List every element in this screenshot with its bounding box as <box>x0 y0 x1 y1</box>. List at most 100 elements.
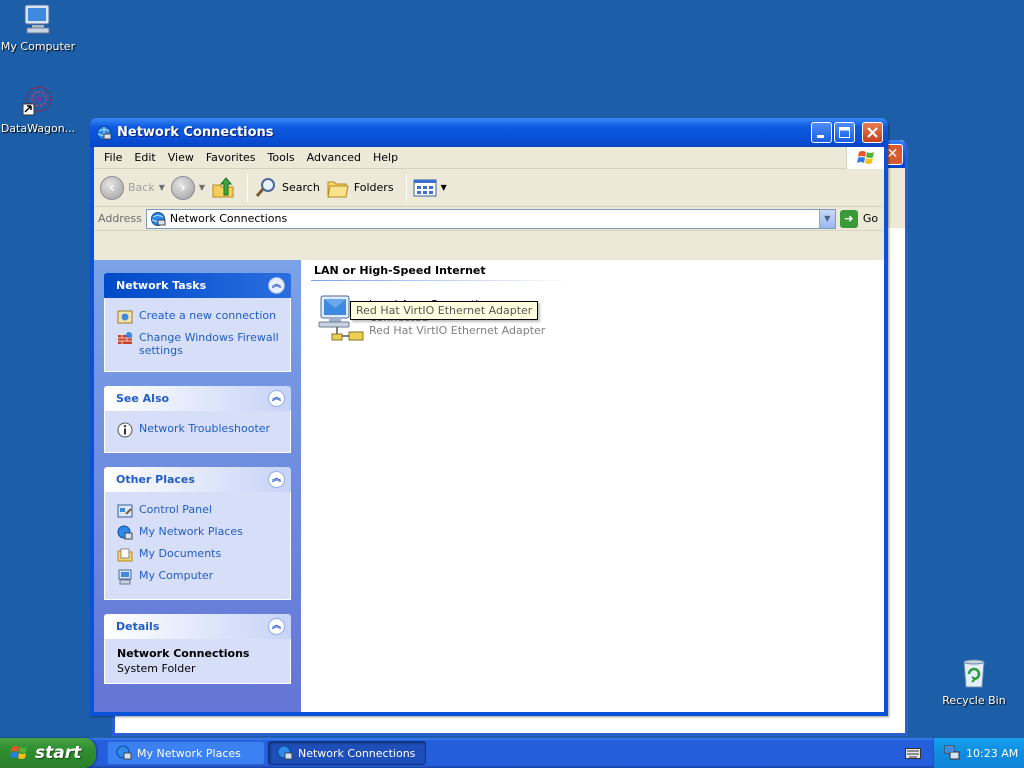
datawagon-icon <box>21 84 55 118</box>
maximize-button[interactable] <box>834 122 855 143</box>
network-connections-icon <box>277 745 293 760</box>
see-also-body: Network Troubleshooter <box>104 411 291 453</box>
address-dropdown-icon[interactable]: ▼ <box>818 209 835 228</box>
other-places-body: Control Panel My Network Places My Docum… <box>104 492 291 600</box>
task-link-label: Change Windows Firewall settings <box>139 331 279 357</box>
my-network-places-link[interactable]: My Network Places <box>117 525 282 541</box>
up-button[interactable] <box>211 176 235 200</box>
recycle-bin-icon <box>957 656 991 690</box>
forward-arrow-icon: › <box>170 175 195 200</box>
taskbar-button-my-network-places[interactable]: My Network Places <box>107 741 265 765</box>
menu-favorites[interactable]: Favorites <box>200 151 262 164</box>
my-computer-icon <box>118 569 132 585</box>
views-dropdown-icon[interactable]: ▼ <box>441 183 447 192</box>
go-button[interactable]: ➜ Go <box>839 209 879 228</box>
details-header[interactable]: Details ︽ <box>104 614 291 639</box>
task-link-label: Control Panel <box>139 503 212 516</box>
standard-toolbar: ‹ Back ▼ › ▼ Search Folders ▼ <box>94 169 884 207</box>
back-button[interactable]: ‹ Back ▼ <box>100 175 165 200</box>
task-link-label: My Documents <box>139 547 222 560</box>
search-button[interactable]: Search <box>254 176 320 200</box>
network-places-icon <box>116 745 132 760</box>
network-places-icon <box>117 525 133 540</box>
control-panel-link[interactable]: Control Panel <box>117 503 282 519</box>
maximize-icon <box>839 127 850 138</box>
info-icon <box>117 422 133 438</box>
network-connections-window[interactable]: Network Connections File Edit View Favor… <box>90 118 888 716</box>
menu-advanced[interactable]: Advanced <box>301 151 367 164</box>
other-places-header[interactable]: Other Places ︽ <box>104 467 291 492</box>
forward-dropdown-icon[interactable]: ▼ <box>199 183 205 192</box>
network-tasks-header[interactable]: Network Tasks ︽ <box>104 273 291 298</box>
forward-button[interactable]: › ▼ <box>170 175 205 200</box>
start-button[interactable]: start <box>0 738 96 768</box>
menu-file[interactable]: File <box>98 151 128 164</box>
menu-edit[interactable]: Edit <box>128 151 161 164</box>
network-status-icon[interactable] <box>944 745 960 761</box>
details-type: System Folder <box>117 662 196 675</box>
windows-logo-box <box>846 147 884 169</box>
folders-icon <box>327 181 349 197</box>
desktop-icon-label: Recycle Bin <box>942 694 1006 707</box>
address-value: Network Connections <box>169 212 288 225</box>
create-new-connection-link[interactable]: Create a new connection <box>117 309 282 325</box>
group-header: LAN or High-Speed Internet <box>314 264 486 277</box>
network-troubleshooter-link[interactable]: Network Troubleshooter <box>117 422 282 438</box>
desktop-icon-recycle-bin[interactable]: Recycle Bin <box>934 656 1014 707</box>
window-client-area: File Edit View Favorites Tools Advanced … <box>94 147 884 712</box>
menu-view[interactable]: View <box>162 151 200 164</box>
keyboard-icon[interactable] <box>905 746 921 760</box>
windows-flag-icon <box>857 151 874 164</box>
adapter-tooltip: Red Hat VirtIO Ethernet Adapter <box>350 301 539 320</box>
go-label: Go <box>862 212 879 225</box>
my-documents-link[interactable]: My Documents <box>117 547 282 563</box>
panel-title: Other Places <box>116 473 195 486</box>
collapse-chevron-icon[interactable]: ︽ <box>268 390 285 407</box>
address-label: Address <box>98 212 142 225</box>
close-button[interactable] <box>862 122 883 143</box>
change-firewall-settings-link[interactable]: Change Windows Firewall settings <box>117 331 282 357</box>
panel-title: See Also <box>116 392 170 405</box>
panel-title: Network Tasks <box>116 279 207 292</box>
views-button[interactable]: ▼ <box>413 178 447 198</box>
back-label: Back <box>128 181 155 194</box>
collapse-chevron-icon[interactable]: ︽ <box>268 277 285 294</box>
clock[interactable]: 10:23 AM <box>966 747 1018 760</box>
folders-label: Folders <box>353 181 394 194</box>
details-panel: Details ︽ Network Connections System Fol… <box>104 614 291 684</box>
back-arrow-icon: ‹ <box>100 175 124 200</box>
views-icon <box>413 179 437 196</box>
folders-button[interactable]: Folders <box>326 176 394 200</box>
see-also-header[interactable]: See Also ︽ <box>104 386 291 411</box>
start-label: start <box>35 743 82 763</box>
address-input[interactable]: Network Connections ▼ <box>145 208 836 229</box>
menu-help[interactable]: Help <box>367 151 404 164</box>
panel-title: Details <box>116 620 160 633</box>
network-tasks-body: Create a new connection Change Windows F… <box>104 298 291 372</box>
details-body: Network Connections System Folder <box>104 639 291 684</box>
taskbar-button-label: My Network Places <box>137 746 241 760</box>
firewall-icon <box>118 332 132 344</box>
desktop-icon-label: DataWagon... <box>0 122 76 135</box>
minimize-button[interactable] <box>811 122 832 143</box>
my-computer-link[interactable]: My Computer <box>117 569 282 585</box>
back-dropdown-icon[interactable]: ▼ <box>159 183 165 192</box>
folder-up-icon <box>212 176 234 197</box>
documents-folder-icon <box>117 548 133 562</box>
window-titlebar[interactable]: Network Connections <box>90 118 888 147</box>
menu-tools[interactable]: Tools <box>262 151 301 164</box>
desktop-icon-datawagon[interactable]: DataWagon... <box>0 84 78 135</box>
collapse-chevron-icon[interactable]: ︽ <box>268 618 285 635</box>
desktop-icon-label: My Computer <box>0 40 76 53</box>
taskbar-button-network-connections[interactable]: Network Connections <box>268 741 426 765</box>
other-places-panel: Other Places ︽ Control Panel My Network … <box>104 467 291 600</box>
search-icon <box>255 177 276 197</box>
task-link-label: Network Troubleshooter <box>139 422 271 435</box>
collapse-chevron-icon[interactable]: ︽ <box>268 471 285 488</box>
search-label: Search <box>282 181 320 194</box>
minimize-icon <box>817 135 824 138</box>
content-pane: LAN or High-Speed Internet Local Area Co… <box>301 260 884 712</box>
network-connections-icon <box>150 211 166 226</box>
desktop-icon-my-computer[interactable]: My Computer <box>0 2 78 53</box>
address-bar: Address Network Connections ▼ ➜ Go <box>94 207 884 231</box>
